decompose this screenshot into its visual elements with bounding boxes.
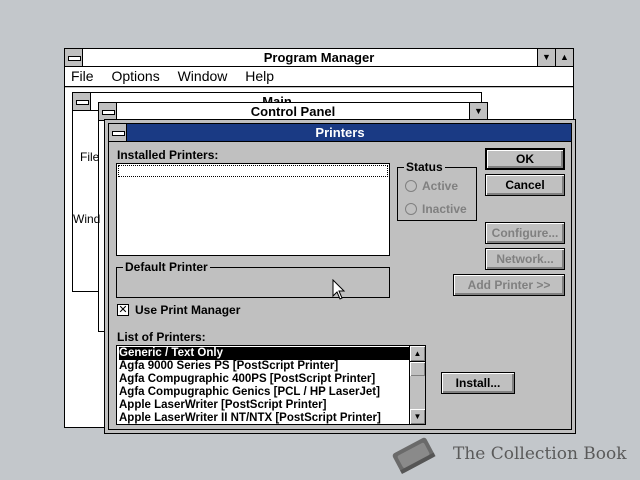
printers-system-menu[interactable] — [109, 124, 127, 141]
status-group: Status Active Inactive — [397, 160, 477, 221]
list-item[interactable]: Agfa 9000 Series PS [PostScript Printer] — [119, 360, 338, 373]
installed-printers-text: Installed Printers: — [117, 148, 219, 162]
control-panel-title: Control Panel — [250, 104, 336, 119]
configure-button[interactable]: Configure... — [485, 222, 565, 244]
list-item[interactable]: Agfa Compugraphic Genics [PCL / HP Laser… — [119, 386, 380, 399]
installed-printers-list[interactable] — [116, 163, 390, 256]
maximize-icon[interactable]: ▲ — [555, 49, 573, 66]
program-manager-title: Program Manager — [263, 50, 375, 65]
printers-dialog: Printers Installed Printers: Status Acti… — [104, 119, 576, 434]
minimize-icon[interactable]: ▼ — [537, 49, 555, 66]
status-inactive-radio[interactable] — [405, 203, 417, 215]
list-scrollbar[interactable]: ▲ ▼ — [409, 346, 425, 424]
scroll-down-icon[interactable]: ▼ — [410, 409, 425, 424]
installed-printers-label: Installed Printers: — [117, 148, 218, 162]
program-manager-menubar: File Options Window Help — [65, 67, 573, 87]
list-item[interactable]: Generic / Text Only — [118, 346, 410, 361]
mouse-cursor-icon — [332, 279, 346, 300]
control-panel-menu-file[interactable]: File — [80, 150, 99, 164]
list-item[interactable]: Apple LaserWriter II NT/NTX [PostScript … — [119, 412, 381, 424]
list-item[interactable]: Apple LaserWriter [PostScript Printer] — [119, 399, 326, 412]
installed-printers-focus — [118, 165, 388, 177]
status-active-radio[interactable] — [405, 180, 417, 192]
status-group-title: Status — [404, 160, 445, 174]
scroll-up-icon[interactable]: ▲ — [410, 346, 425, 361]
main-system-menu[interactable] — [73, 93, 91, 110]
watermark: The Collection Book — [388, 434, 628, 474]
install-button[interactable]: Install... — [441, 372, 515, 394]
list-of-printers-label: List of Printers: — [117, 330, 206, 344]
menu-window[interactable]: Window — [178, 68, 228, 84]
list-item[interactable]: Agfa Compugraphic 400PS [PostScript Prin… — [119, 373, 375, 386]
cancel-button[interactable]: Cancel — [485, 174, 565, 196]
watermark-text: The Collection Book — [453, 444, 627, 464]
printers-titlebar[interactable]: Printers — [109, 124, 571, 142]
printers-title: Printers — [315, 125, 365, 140]
default-printer-group: Default Printer — [116, 260, 390, 298]
control-panel-minimize-icon[interactable]: ▼ — [469, 103, 487, 120]
default-printer-title: Default Printer — [123, 260, 210, 274]
menu-help[interactable]: Help — [245, 68, 274, 84]
network-button[interactable]: Network... — [485, 248, 565, 270]
use-print-manager-checkbox[interactable]: ✕ — [117, 304, 129, 316]
scroll-thumb[interactable] — [410, 361, 425, 376]
use-print-manager-label[interactable]: Use Print Manager — [135, 303, 240, 317]
program-manager-titlebar[interactable]: Program Manager ▼ ▲ — [65, 49, 573, 67]
menu-file[interactable]: File — [71, 68, 94, 84]
status-active-label: Active — [422, 179, 459, 193]
add-printer-button[interactable]: Add Printer >> — [453, 274, 565, 296]
control-panel-menu-window[interactable]: Wind — [73, 212, 100, 226]
list-of-printers[interactable]: Generic / Text Only Agfa 9000 Series PS … — [116, 345, 426, 425]
control-panel-system-menu[interactable] — [99, 103, 117, 120]
menu-options[interactable]: Options — [111, 68, 159, 84]
program-manager-system-menu[interactable] — [65, 49, 83, 66]
book-icon — [392, 437, 436, 474]
ok-button[interactable]: OK — [485, 148, 565, 170]
status-inactive-label: Inactive — [422, 202, 467, 216]
